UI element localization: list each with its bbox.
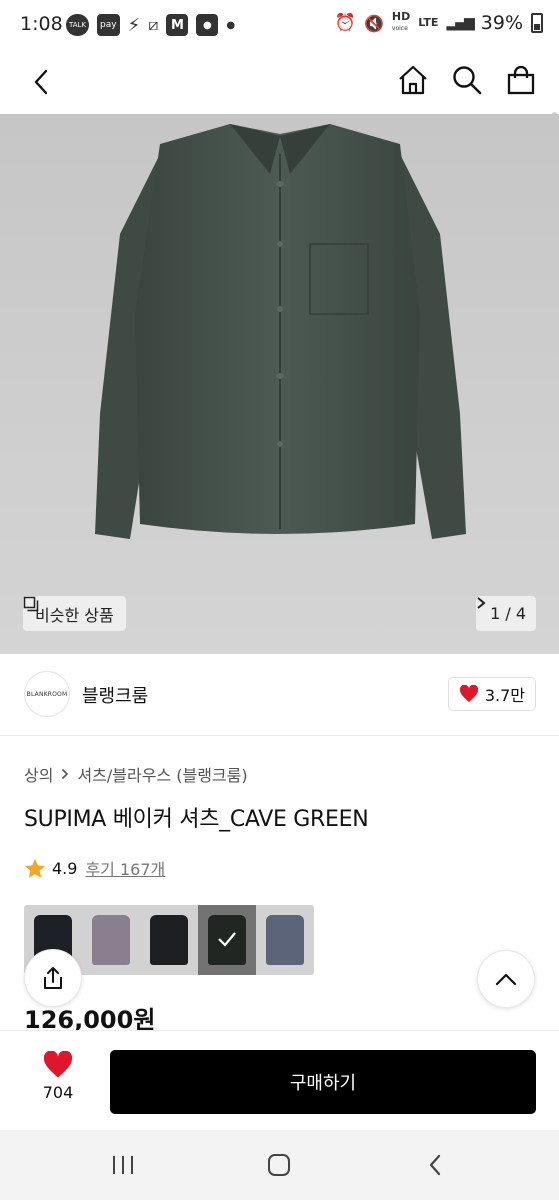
swatch-shirt-thumbnail — [150, 915, 188, 965]
battery-icon — [531, 13, 543, 33]
pay-icon: pay — [97, 14, 120, 36]
check-icon — [218, 932, 236, 947]
app-icon: ● — [196, 14, 219, 36]
home-icon — [399, 65, 427, 95]
swatch-shirt-thumbnail — [92, 915, 130, 965]
recent-apps-button[interactable] — [108, 1150, 138, 1180]
cart-button[interactable] — [501, 60, 541, 100]
brand-like-count: 3.7만 — [484, 686, 525, 705]
rating-score: 4.9 — [52, 858, 78, 878]
shirt-illustration — [95, 124, 466, 539]
notification-icons: TALK pay ⚡ ⧄ M ● ● — [66, 14, 235, 36]
bolt-icon: ⚡ — [127, 14, 141, 36]
share-icon — [44, 967, 62, 989]
talk-icon: TALK — [66, 14, 90, 36]
share-button[interactable] — [24, 949, 82, 1007]
swatch-shirt-thumbnail — [266, 915, 304, 965]
alarm-icon: ⏰ — [334, 13, 356, 33]
breadcrumb-subcategory[interactable]: 셔츠/블라우스 (블랭크룸) — [77, 762, 247, 786]
scroll-top-button[interactable] — [477, 950, 535, 1008]
heart-icon — [43, 1051, 73, 1078]
back-button[interactable] — [22, 62, 62, 102]
back-icon — [34, 69, 48, 95]
similar-products-button[interactable]: 비슷한 상품 — [23, 596, 126, 631]
pager-text: 1 / 4 — [490, 604, 526, 623]
voice-label: voice — [391, 25, 408, 32]
bag-icon — [507, 65, 535, 95]
wishlist-count: 704 — [42, 1083, 74, 1102]
reviews-link[interactable]: 후기 167개 — [85, 856, 165, 880]
status-time: 1:08 — [20, 13, 63, 35]
star-icon — [25, 858, 45, 878]
app-bar-actions — [393, 60, 541, 100]
back-nav-icon — [429, 1154, 441, 1176]
hd-voice-icon: HD voice — [391, 10, 411, 34]
app-bar — [0, 52, 559, 168]
product-title: SUPIMA 베이커 셔츠_CAVE GREEN — [24, 807, 369, 832]
breadcrumb: 상의 셔츠/블라우스 (블랭크룸) — [24, 762, 248, 786]
hd-label: HD — [391, 10, 411, 23]
color-swatch[interactable] — [140, 905, 198, 975]
lock-icon: ⧄ — [148, 15, 159, 34]
image-pager[interactable]: 1 / 4 — [476, 596, 536, 631]
similar-icon — [23, 596, 39, 612]
chevron-up-icon — [495, 973, 517, 986]
brand-like-button[interactable]: 3.7만 — [447, 677, 536, 711]
color-swatch[interactable] — [82, 905, 140, 975]
back-nav-button[interactable] — [420, 1150, 450, 1180]
search-button[interactable] — [447, 60, 487, 100]
brand-row: BLANKROOM 블랭크룸 3.7만 — [0, 654, 559, 736]
chevron-right-icon — [477, 597, 486, 609]
heart-icon — [459, 685, 478, 702]
status-right: ⏰ 🔇 HD voice LTE ▂▄▆ 39% — [334, 10, 543, 34]
color-swatch[interactable] — [256, 905, 314, 975]
status-bar: 1:08 TALK pay ⚡ ⧄ M ● ● ⏰ 🔇 HD voice LTE… — [0, 0, 559, 52]
battery-percent: 39% — [480, 12, 523, 34]
brand-logo[interactable]: BLANKROOM — [24, 671, 70, 717]
gmail-icon: M — [166, 14, 189, 36]
lte-icon: LTE — [418, 16, 439, 29]
home-nav-icon — [268, 1154, 290, 1176]
breadcrumb-category[interactable]: 상의 — [24, 762, 53, 786]
home-nav-button[interactable] — [264, 1150, 294, 1180]
wishlist-button[interactable]: 704 — [26, 1051, 90, 1102]
mute-icon: 🔇 — [363, 13, 384, 33]
rating: 4.9 후기 167개 — [24, 856, 165, 880]
color-swatch[interactable] — [198, 905, 256, 975]
buy-button[interactable]: 구매하기 — [110, 1050, 536, 1114]
search-icon — [453, 66, 482, 95]
home-button[interactable] — [393, 60, 433, 100]
signal-icon: ▂▄▆ — [446, 15, 474, 31]
purchase-bar: 704 구매하기 — [0, 1030, 559, 1130]
product-image[interactable]: 비슷한 상품 1 / 4 — [0, 114, 559, 654]
similar-label: 비슷한 상품 — [35, 605, 114, 625]
dot-icon: ● — [226, 19, 236, 31]
recent-apps-icon — [113, 1156, 133, 1174]
brand-name[interactable]: 블랭크룸 — [82, 682, 148, 708]
chevron-right-icon — [62, 768, 69, 780]
system-nav-bar — [0, 1130, 559, 1200]
